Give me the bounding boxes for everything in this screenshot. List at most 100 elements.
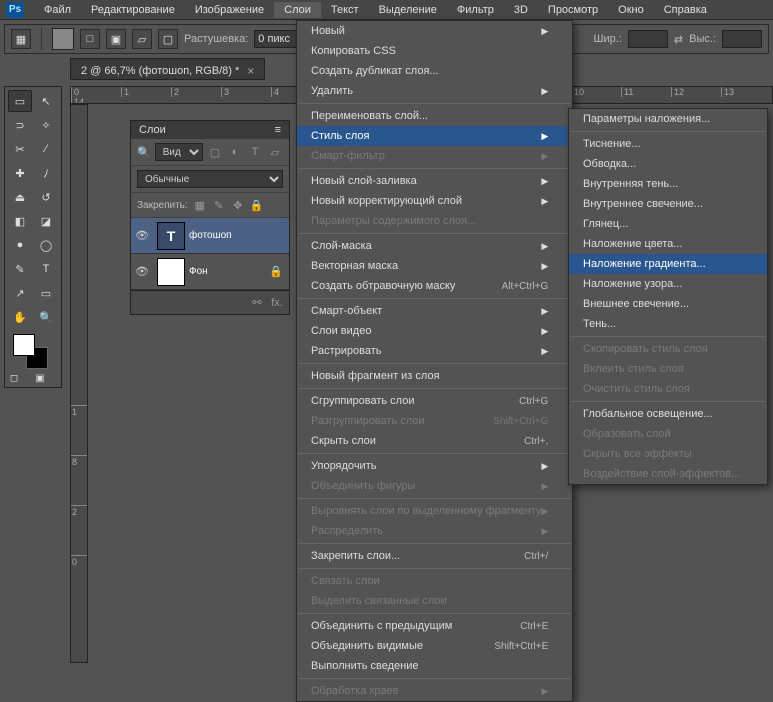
layer-thumb[interactable] — [157, 258, 185, 286]
selection-subtract-icon[interactable]: ▱ — [132, 29, 152, 49]
lock-all-icon[interactable]: 🔒 — [249, 197, 265, 213]
layers-menu-item-17[interactable]: Смарт-объект▶ — [297, 301, 572, 321]
layers-menu-item-13[interactable]: Слой-маска▶ — [297, 236, 572, 256]
crop-tool-icon[interactable]: ✂ — [8, 138, 32, 160]
path-tool-icon[interactable]: ↗ — [8, 282, 32, 304]
menubar-item-6[interactable]: Фильтр — [447, 2, 504, 18]
menubar-item-8[interactable]: Просмотр — [538, 2, 608, 18]
stamp-tool-icon[interactable]: ⏏ — [8, 186, 32, 208]
type-tool-icon[interactable]: T — [34, 258, 58, 280]
style-submenu-item-8[interactable]: Наложение градиента... — [569, 254, 767, 274]
layers-menu-item-21[interactable]: Новый фрагмент из слоя — [297, 366, 572, 386]
marquee-shape-icon[interactable] — [52, 28, 74, 50]
layers-menu-item-33[interactable]: Закрепить слои...Ctrl+/ — [297, 546, 572, 566]
layers-menu-item-18[interactable]: Слои видео▶ — [297, 321, 572, 341]
layers-menu-item-9[interactable]: Новый слой-заливка▶ — [297, 171, 572, 191]
menubar-item-5[interactable]: Выделение — [369, 2, 447, 18]
layers-menu-item-5[interactable]: Переименовать слой... — [297, 106, 572, 126]
filter-shape-icon[interactable]: ▱ — [267, 144, 283, 160]
layers-menu-item-10[interactable]: Новый корректирующий слой▶ — [297, 191, 572, 211]
layers-menu-item-6[interactable]: Стиль слоя▶ — [297, 126, 572, 146]
layers-menu-item-2[interactable]: Создать дубликат слоя... — [297, 61, 572, 81]
gradient-tool-icon[interactable]: ◪ — [34, 210, 58, 232]
menubar-item-4[interactable]: Текст — [321, 2, 369, 18]
blur-tool-icon[interactable]: ● — [8, 234, 32, 256]
menubar-item-9[interactable]: Окно — [608, 2, 654, 18]
style-submenu-item-6[interactable]: Глянец... — [569, 214, 767, 234]
layers-menu-item-38[interactable]: Объединить с предыдущимCtrl+E — [297, 616, 572, 636]
panel-menu-icon[interactable]: ≡ — [275, 124, 281, 136]
history-brush-icon[interactable]: ↺ — [34, 186, 58, 208]
filter-img-icon[interactable]: ▢ — [207, 144, 223, 160]
menubar-item-2[interactable]: Изображение — [185, 2, 274, 18]
fx-icon[interactable]: fx. — [269, 295, 285, 311]
healing-tool-icon[interactable]: ✚ — [8, 162, 32, 184]
selection-new-icon[interactable]: □ — [80, 29, 100, 49]
eyedropper-tool-icon[interactable]: ∕ — [34, 138, 58, 160]
style-submenu-item-3[interactable]: Обводка... — [569, 154, 767, 174]
move-tool-icon[interactable]: ↖ — [34, 90, 58, 112]
layers-menu-item-15[interactable]: Создать обтравочную маскуAlt+Ctrl+G — [297, 276, 572, 296]
layers-menu-item-25[interactable]: Скрыть слоиCtrl+, — [297, 431, 572, 451]
menubar-item-7[interactable]: 3D — [504, 2, 538, 18]
height-input[interactable] — [722, 30, 762, 48]
pen-tool-icon[interactable]: ✎ — [8, 258, 32, 280]
layers-menu-item-0[interactable]: Новый▶ — [297, 21, 572, 41]
layer-row[interactable]: 👁Tфотошоп — [131, 218, 289, 254]
style-submenu-item-10[interactable]: Внешнее свечение... — [569, 294, 767, 314]
selection-add-icon[interactable]: ▣ — [106, 29, 126, 49]
layers-menu-item-1[interactable]: Копировать CSS — [297, 41, 572, 61]
menubar-item-0[interactable]: Файл — [34, 2, 81, 18]
lasso-tool-icon[interactable]: ⊃ — [8, 114, 32, 136]
visibility-icon[interactable]: 👁 — [131, 265, 153, 278]
layer-filter-select[interactable]: Вид — [155, 143, 203, 161]
layers-panel-tab[interactable]: Слои ≡ — [131, 121, 289, 139]
close-icon[interactable]: × — [247, 64, 254, 78]
zoom-tool-icon[interactable]: 🔍 — [34, 306, 58, 328]
layer-thumb[interactable]: T — [157, 222, 185, 250]
style-submenu-item-11[interactable]: Тень... — [569, 314, 767, 334]
layers-menu-item-3[interactable]: Удалить▶ — [297, 81, 572, 101]
width-input[interactable] — [628, 30, 668, 48]
lock-move-icon[interactable]: ✥ — [230, 197, 246, 213]
marquee-tool-icon[interactable]: ▭ — [8, 90, 32, 112]
layer-name[interactable]: Фон — [189, 266, 208, 277]
wand-tool-icon[interactable]: ✧ — [34, 114, 58, 136]
link-icon[interactable]: ⚯ — [249, 295, 265, 311]
fg-color-swatch[interactable] — [13, 334, 35, 356]
shape-tool-icon[interactable]: ▭ — [34, 282, 58, 304]
layers-menu-item-27[interactable]: Упорядочить▶ — [297, 456, 572, 476]
swap-wh-icon[interactable]: ⇄ — [674, 33, 683, 46]
style-submenu-item-9[interactable]: Наложение узора... — [569, 274, 767, 294]
search-icon[interactable]: 🔍 — [137, 146, 151, 159]
style-submenu-item-4[interactable]: Внутренняя тень... — [569, 174, 767, 194]
dodge-tool-icon[interactable]: ◯ — [34, 234, 58, 256]
filter-type-icon[interactable]: T — [247, 144, 263, 160]
filter-adj-icon[interactable]: ◐ — [227, 144, 243, 160]
quickmask-icon[interactable]: ◻ — [8, 372, 20, 384]
layer-name[interactable]: фотошоп — [189, 230, 232, 241]
eraser-tool-icon[interactable]: ◧ — [8, 210, 32, 232]
brush-tool-icon[interactable]: ﾉ — [34, 162, 58, 184]
layers-menu-item-39[interactable]: Объединить видимыеShift+Ctrl+E — [297, 636, 572, 656]
layers-menu-item-40[interactable]: Выполнить сведение — [297, 656, 572, 676]
layers-menu-item-14[interactable]: Векторная маска▶ — [297, 256, 572, 276]
menubar-item-1[interactable]: Редактирование — [81, 2, 185, 18]
lock-pixels-icon[interactable]: ▦ — [192, 197, 208, 213]
selection-intersect-icon[interactable]: ▢ — [158, 29, 178, 49]
layers-menu-item-19[interactable]: Растрировать▶ — [297, 341, 572, 361]
hand-tool-icon[interactable]: ✋ — [8, 306, 32, 328]
lock-pos-icon[interactable]: ✎ — [211, 197, 227, 213]
style-submenu-item-0[interactable]: Параметры наложения... — [569, 109, 767, 129]
style-submenu-item-2[interactable]: Тиснение... — [569, 134, 767, 154]
app-logo[interactable]: Ps — [6, 2, 24, 18]
color-swatches[interactable] — [8, 330, 58, 370]
tool-preset-icon[interactable]: ▦ — [11, 29, 31, 49]
style-submenu-item-17[interactable]: Глобальное освещение... — [569, 404, 767, 424]
style-submenu-item-5[interactable]: Внутреннее свечение... — [569, 194, 767, 214]
menubar-item-10[interactable]: Справка — [654, 2, 717, 18]
screenmode-icon[interactable]: ▣ — [34, 372, 46, 384]
style-submenu-item-7[interactable]: Наложение цвета... — [569, 234, 767, 254]
blend-mode-select[interactable]: Обычные — [137, 170, 283, 188]
document-tab[interactable]: 2 @ 66,7% (фотошоп, RGB/8) * × — [70, 58, 265, 80]
